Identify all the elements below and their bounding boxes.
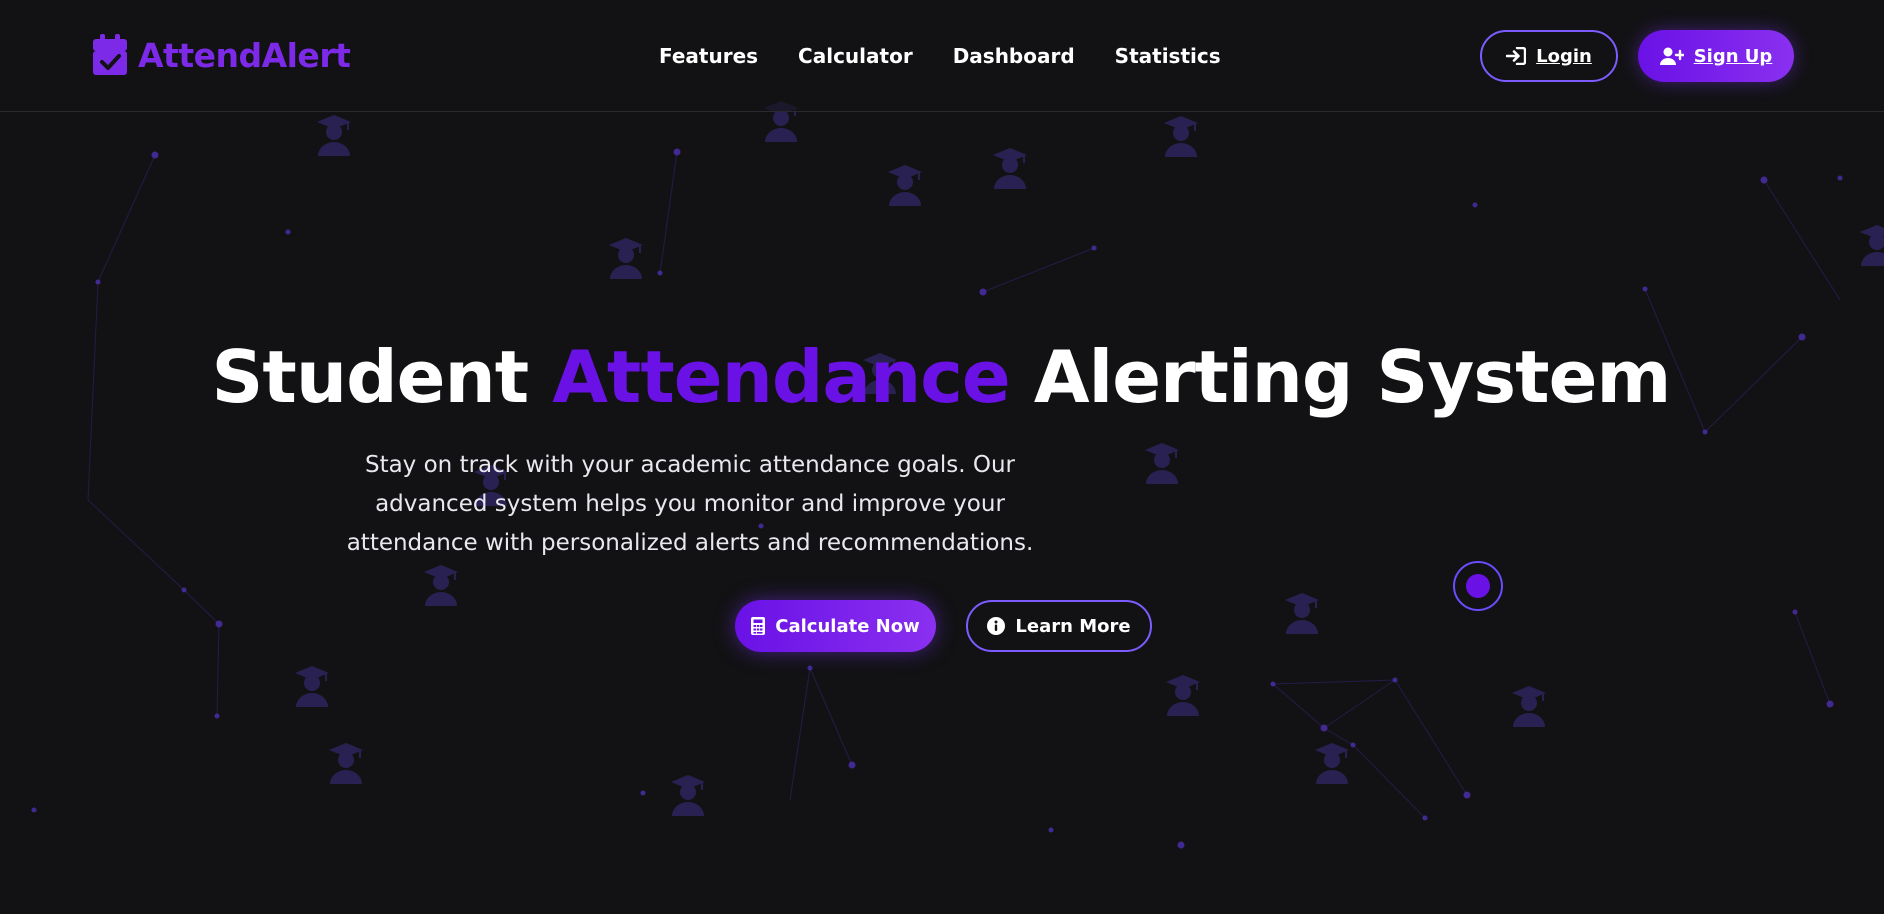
- network-line: [216, 623, 220, 717]
- site-header: AttendAlert Features Calculator Dashboar…: [0, 0, 1884, 112]
- graduate-icon: [420, 562, 462, 606]
- network-dot: [1760, 176, 1768, 184]
- custom-cursor: [1453, 561, 1503, 611]
- network-dot: [151, 151, 159, 159]
- network-dot: [1837, 175, 1843, 181]
- network-dot: [285, 229, 291, 235]
- network-line: [1794, 611, 1831, 705]
- graduate-icon: [1311, 740, 1353, 784]
- learn-more-label: Learn More: [1015, 615, 1131, 637]
- graduate-icon: [1281, 590, 1323, 634]
- network-line: [183, 589, 220, 625]
- signup-button[interactable]: Sign Up: [1638, 30, 1794, 82]
- calculate-now-label: Calculate Now: [775, 615, 920, 637]
- network-line: [982, 247, 1095, 293]
- network-dot: [979, 288, 987, 296]
- brand-logo[interactable]: AttendAlert: [92, 34, 351, 76]
- network-dot: [31, 807, 37, 813]
- graduate-icon: [605, 235, 647, 279]
- network-dot: [1702, 429, 1708, 435]
- graduate-icon: [1162, 672, 1204, 716]
- brand-name: AttendAlert: [138, 35, 351, 75]
- network-line: [1763, 179, 1841, 301]
- user-plus-icon: [1659, 47, 1684, 65]
- info-circle-icon: [987, 617, 1006, 635]
- graduate-icon: [989, 145, 1031, 189]
- learn-more-button[interactable]: Learn More: [966, 600, 1152, 652]
- network-line: [1394, 679, 1468, 796]
- network-dot: [181, 587, 187, 593]
- network-dot: [1392, 677, 1398, 683]
- hero-title: Student Attendance Alerting System: [0, 335, 1884, 419]
- network-line: [1272, 683, 1325, 729]
- network-line: [1323, 679, 1396, 729]
- hero-title-accent: Attendance: [552, 335, 1011, 419]
- graduate-icon: [325, 740, 367, 784]
- signup-label: Sign Up: [1693, 45, 1773, 67]
- network-dot: [95, 279, 101, 285]
- nav-item-statistics[interactable]: Statistics: [1115, 44, 1221, 68]
- calendar-check-icon: [93, 34, 127, 75]
- network-dot: [1642, 286, 1648, 292]
- network-dot: [807, 665, 813, 671]
- network-dot: [1472, 202, 1478, 208]
- graduate-icon: [1856, 222, 1884, 266]
- calculator-icon: [751, 617, 766, 635]
- network-line: [87, 499, 185, 591]
- login-button[interactable]: Login: [1480, 30, 1618, 82]
- network-dot: [848, 761, 856, 769]
- graduate-icon: [1508, 683, 1550, 727]
- network-dot: [1091, 245, 1097, 251]
- graduate-icon: [1160, 113, 1202, 157]
- calculate-now-button[interactable]: Calculate Now: [735, 600, 936, 652]
- network-line: [789, 667, 811, 801]
- nav-item-dashboard[interactable]: Dashboard: [953, 44, 1075, 68]
- hero-title-start: Student: [211, 335, 553, 419]
- network-dot: [657, 270, 663, 276]
- main-nav: Features Calculator Dashboard Statistics: [659, 44, 1221, 68]
- network-dot: [1270, 681, 1276, 687]
- network-dot: [215, 620, 223, 628]
- network-line: [1352, 744, 1426, 819]
- network-dot: [673, 148, 681, 156]
- network-dot: [1177, 841, 1185, 849]
- network-line: [659, 151, 678, 274]
- cursor-core: [1466, 574, 1490, 598]
- network-dot: [1422, 815, 1428, 821]
- nav-item-features[interactable]: Features: [659, 44, 758, 68]
- network-dot: [214, 713, 220, 719]
- hero-title-end: Alerting System: [1009, 335, 1672, 419]
- network-line: [1272, 679, 1396, 685]
- network-dot: [1826, 700, 1834, 708]
- network-line: [97, 154, 156, 283]
- nav-item-calculator[interactable]: Calculator: [798, 44, 913, 68]
- login-label: Login: [1536, 45, 1592, 67]
- graduate-icon: [667, 772, 709, 816]
- network-dot: [640, 790, 646, 796]
- network-dot: [1792, 609, 1798, 615]
- network-dot: [1048, 827, 1054, 833]
- network-dot: [1463, 791, 1471, 799]
- graduate-icon: [884, 162, 926, 206]
- network-dot: [1320, 724, 1328, 732]
- graduate-icon: [291, 663, 333, 707]
- sign-in-icon: [1506, 47, 1527, 65]
- graduate-icon: [313, 112, 355, 156]
- page: AttendAlert Features Calculator Dashboar…: [0, 0, 1884, 914]
- network-line: [809, 667, 853, 766]
- graduate-icon: [1141, 440, 1183, 484]
- hero-description: Stay on track with your academic attenda…: [346, 452, 1034, 556]
